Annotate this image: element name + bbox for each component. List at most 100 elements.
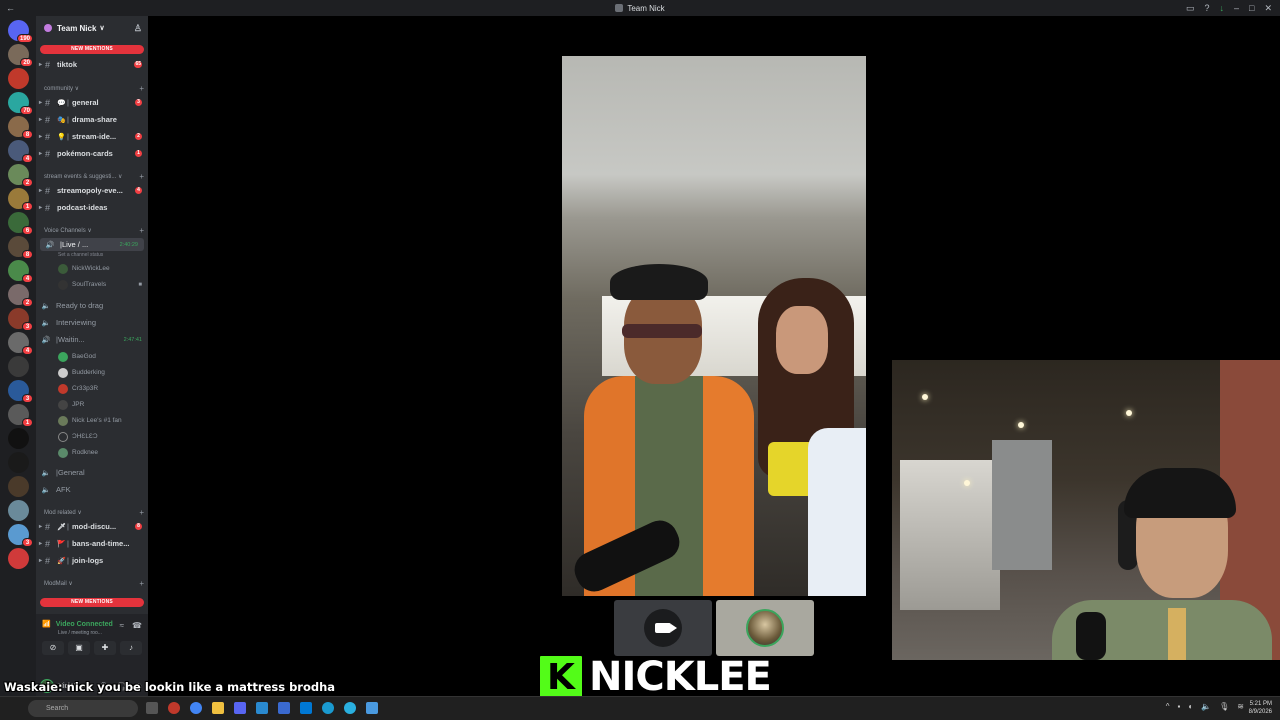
- voice-user[interactable]: BaeGod: [58, 349, 144, 364]
- participant-tile[interactable]: [614, 600, 712, 656]
- server-icon[interactable]: 3: [8, 308, 33, 331]
- disconnect-icon[interactable]: ☎: [132, 621, 142, 630]
- direct-messages-icon[interactable]: 190: [8, 20, 33, 43]
- server-icon[interactable]: 4: [8, 332, 33, 355]
- screen-share-button[interactable]: ▣: [68, 641, 90, 655]
- download-icon[interactable]: ↓: [1220, 3, 1225, 14]
- server-icon[interactable]: [8, 476, 29, 497]
- channel-streamopoly-events[interactable]: ▸ # streamopoly-eve... 4: [36, 184, 148, 197]
- channel-mod-discussion[interactable]: ▸ # 🗡 | mod-discu... 8: [36, 520, 148, 533]
- add-channel-icon[interactable]: +: [139, 508, 144, 517]
- help-icon[interactable]: ?: [1204, 3, 1209, 14]
- voice-user[interactable]: Cr33p3R: [58, 381, 144, 396]
- server-icon[interactable]: 3: [8, 380, 33, 403]
- channel-general[interactable]: ▸ # 💬 | general 3: [36, 96, 148, 109]
- channel-status[interactable]: Set a channel status: [58, 252, 103, 258]
- server-icon[interactable]: 2: [8, 164, 33, 187]
- server-header[interactable]: Team Nick ∨ ♙: [36, 16, 148, 40]
- voice-channel-afk[interactable]: 🔈 AFK: [36, 483, 148, 496]
- category-voice-channels[interactable]: Voice Channels ∨ +: [44, 226, 144, 235]
- soundboard-button[interactable]: ♪: [120, 641, 142, 655]
- channel-drama-share[interactable]: ▸ # 🎭 | drama-share: [36, 113, 148, 126]
- server-icon[interactable]: 8: [8, 116, 33, 139]
- server-icon[interactable]: [8, 548, 29, 569]
- server-icon[interactable]: 20: [8, 44, 33, 67]
- new-mentions-pill-bottom[interactable]: NEW MENTIONS: [40, 598, 144, 607]
- category-stream-events[interactable]: stream events & suggesti... ∨ +: [44, 172, 144, 181]
- server-icon[interactable]: 1: [8, 404, 33, 427]
- discord-icon[interactable]: [234, 702, 246, 714]
- server-icon[interactable]: 4: [8, 140, 33, 163]
- category-mod-related[interactable]: Mod related ∨ +: [44, 508, 144, 517]
- wifi-icon[interactable]: ≋: [1237, 702, 1244, 711]
- add-channel-icon[interactable]: +: [139, 579, 144, 588]
- voice-user[interactable]: ƆHƐLƐƆ: [58, 429, 144, 444]
- server-icon[interactable]: [8, 428, 29, 449]
- channel-bans-and-timeouts[interactable]: ▸ # 🚩 | bans-and-time...: [36, 537, 148, 550]
- server-icon[interactable]: 8: [8, 236, 33, 259]
- add-channel-icon[interactable]: +: [139, 226, 144, 235]
- voice-user[interactable]: Budderking: [58, 365, 144, 380]
- server-icon[interactable]: 70: [8, 92, 33, 115]
- server-icon[interactable]: [8, 500, 29, 521]
- volume-icon[interactable]: 🔈: [1201, 702, 1211, 711]
- task-view-icon[interactable]: [146, 702, 158, 714]
- channel-stream-ideas[interactable]: ▸ # 💡 | stream-ide... 2: [36, 130, 148, 143]
- server-icon[interactable]: [8, 356, 29, 377]
- channel-tiktok[interactable]: ▸ # tiktok 65: [36, 58, 148, 71]
- chrome-icon[interactable]: [190, 702, 202, 714]
- new-mentions-pill[interactable]: NEW MENTIONS: [40, 45, 144, 54]
- voice-channel-live[interactable]: 🔊 | Live / ... 2:40:29: [40, 238, 144, 251]
- inbox-icon[interactable]: ▭: [1186, 3, 1195, 14]
- channel-join-logs[interactable]: ▸ # 🚀 | join-logs: [36, 554, 148, 567]
- app-icon[interactable]: [278, 702, 290, 714]
- voice-user[interactable]: Nick Lee's #1 fan: [58, 413, 144, 428]
- main-video-feed[interactable]: [562, 56, 866, 596]
- server-icon[interactable]: [8, 68, 29, 89]
- voice-channel-general[interactable]: 🔈 | General: [36, 466, 148, 479]
- category-community[interactable]: community ∨ +: [44, 84, 144, 93]
- app-icon[interactable]: [366, 702, 378, 714]
- server-icon[interactable]: 3: [8, 524, 33, 547]
- clock[interactable]: 5:21 PM 8/9/2026: [1249, 700, 1272, 716]
- activities-button[interactable]: ✚: [94, 641, 116, 655]
- microphone-icon[interactable]: 🎙: [1219, 702, 1229, 711]
- chevron-up-icon[interactable]: ^: [1166, 702, 1170, 711]
- app-icon[interactable]: [168, 702, 180, 714]
- channel-pokemon-cards[interactable]: ▸ # pokémon-cards 1: [36, 147, 148, 160]
- participant-tile[interactable]: [716, 600, 814, 656]
- app-icon[interactable]: [300, 702, 312, 714]
- server-icon[interactable]: 2: [8, 284, 33, 307]
- network-icon[interactable]: ◐: [1188, 702, 1193, 711]
- voice-user[interactable]: JPR: [58, 397, 144, 412]
- server-icon[interactable]: 1: [8, 188, 33, 211]
- app-tray-icon[interactable]: ▪: [1177, 702, 1180, 711]
- add-channel-icon[interactable]: +: [139, 84, 144, 93]
- camera-off-button[interactable]: ⊘: [42, 641, 64, 655]
- taskbar-search[interactable]: Search: [28, 700, 138, 717]
- voice-user[interactable]: NickWickLee: [58, 261, 144, 276]
- voice-channel-ready[interactable]: 🔈 Ready to drag: [36, 299, 148, 312]
- add-user-icon[interactable]: ♙: [134, 23, 142, 34]
- close-button[interactable]: ✕: [1264, 3, 1272, 14]
- file-explorer-icon[interactable]: [212, 702, 224, 714]
- voice-channel-link[interactable]: Live / meeting roo...: [58, 630, 102, 636]
- voice-channel-waiting[interactable]: 🔊 | Waitin... 2:47:41: [36, 333, 148, 346]
- minimize-button[interactable]: –: [1234, 3, 1239, 14]
- back-arrow-icon[interactable]: ←: [6, 3, 15, 13]
- edge-icon[interactable]: [344, 702, 356, 714]
- category-modmail[interactable]: ModMail ∨ +: [44, 579, 144, 588]
- edge-icon[interactable]: [322, 702, 334, 714]
- voice-status[interactable]: 📶 Video Connected: [42, 620, 113, 629]
- channel-podcast-ideas[interactable]: ▸ # podcast-ideas: [36, 201, 148, 214]
- server-icon[interactable]: 6: [8, 212, 33, 235]
- voice-channel-interviewing[interactable]: 🔈 Interviewing: [36, 316, 148, 329]
- maximize-button[interactable]: □: [1249, 3, 1254, 14]
- server-icon[interactable]: [8, 452, 29, 473]
- server-icon[interactable]: 4: [8, 260, 33, 283]
- add-channel-icon[interactable]: +: [139, 172, 144, 181]
- voice-user[interactable]: SoulTravels ■: [58, 277, 144, 292]
- noise-suppression-icon[interactable]: ≈: [120, 621, 124, 630]
- voice-user[interactable]: Rodknee: [58, 445, 144, 460]
- app-icon[interactable]: [256, 702, 268, 714]
